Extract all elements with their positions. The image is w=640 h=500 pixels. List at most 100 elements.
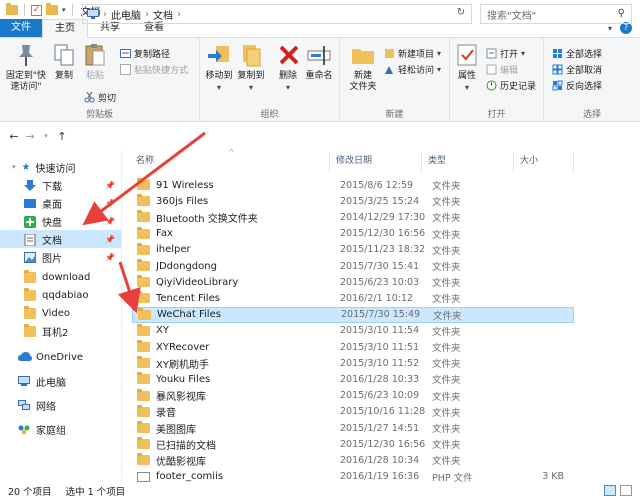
nav-item-kuaipan[interactable]: 快盘 📌 <box>0 212 121 230</box>
file-row[interactable]: ihelper 2015/11/23 18:32 文件夹 <box>132 242 574 258</box>
rename-button[interactable]: 重命名 <box>302 42 336 82</box>
file-row[interactable]: Youku Files 2016/1/28 10:33 文件夹 <box>132 371 574 387</box>
select-none-button[interactable]: 全部取消 <box>552 62 602 76</box>
nav-onedrive[interactable]: OneDrive <box>0 348 121 366</box>
paste-shortcut-button[interactable]: 粘贴快捷方式 <box>120 62 188 76</box>
new-folder-button[interactable]: 新建 文件夹 <box>346 42 380 93</box>
file-row[interactable]: 360js Files 2015/3/25 15:24 文件夹 <box>132 193 574 209</box>
ribbon: 固定到"快 速访问" 复制 粘贴 复制路径 粘贴快捷方式 剪切 剪贴板 移动到 … <box>0 38 640 122</box>
file-icon <box>137 471 150 482</box>
edit-button[interactable]: 编辑 <box>486 62 518 76</box>
pin-icon[interactable]: 📌 <box>105 217 115 226</box>
nav-quick-access-label: 快速访问 <box>35 163 76 175</box>
copy-button[interactable]: 复制 <box>50 42 78 82</box>
copy-path-button[interactable]: 复制路径 <box>120 46 170 60</box>
nav-item-earphone2[interactable]: 耳机2 <box>0 322 121 340</box>
nav-quick-access[interactable]: ▾ ★ 快速访问 <box>0 158 121 176</box>
nav-network[interactable]: 网络 <box>0 396 121 414</box>
tab-file[interactable]: 文件 <box>0 19 42 37</box>
file-row[interactable]: WeChat Files 2015/7/30 15:49 文件夹 <box>132 306 574 323</box>
breadcrumb-this-pc[interactable]: 此电脑 <box>111 7 141 22</box>
nav-item-documents[interactable]: 文档 📌 <box>0 230 121 248</box>
group-new: 新建 文件夹 新建项目 ▾ 轻松访问 ▾ 新建 <box>340 38 450 122</box>
file-row[interactable]: XY刷机助手 2015/3/10 11:52 文件夹 <box>132 355 574 371</box>
nav-item-download-folder[interactable]: download <box>0 268 121 286</box>
folder-icon <box>24 287 36 301</box>
documents-icon <box>24 233 36 246</box>
new-folder-quick-icon[interactable] <box>46 3 58 15</box>
kuaipan-icon <box>24 215 36 228</box>
file-row[interactable]: Tencent Files 2016/2/1 10:12 文件夹 <box>132 290 574 306</box>
column-header-name[interactable]: 名称 <box>130 152 330 172</box>
details-view-icon[interactable] <box>604 485 616 496</box>
network-icon <box>18 399 30 411</box>
nav-item-label: download <box>42 271 91 283</box>
nav-item-desktop[interactable]: 桌面 📌 <box>0 194 121 212</box>
nav-item-qqdabiao[interactable]: qqdabiao <box>0 286 121 304</box>
file-date: 2015/6/23 10:03 <box>340 276 420 288</box>
nav-item-video[interactable]: Video <box>0 304 121 322</box>
download-icon <box>24 179 36 191</box>
file-row[interactable]: 录音 2015/10/16 11:28 文件夹 <box>132 404 574 420</box>
nav-item-downloads[interactable]: 下载 📌 <box>0 176 121 194</box>
back-arrow-icon[interactable]: ← <box>6 130 22 143</box>
file-row[interactable]: Fax 2015/12/30 16:56 文件夹 <box>132 226 574 242</box>
nav-homegroup[interactable]: 家庭组 <box>0 420 121 438</box>
refresh-icon[interactable]: ↻ <box>453 7 469 21</box>
file-row[interactable]: 美图图库 2015/1/27 14:51 文件夹 <box>132 420 574 436</box>
properties-button[interactable]: 属性 ▾ <box>454 42 480 93</box>
nav-item-pictures[interactable]: 图片 📌 <box>0 248 121 266</box>
file-row[interactable]: XY 2015/3/10 11:54 文件夹 <box>132 323 574 339</box>
file-date: 2015/3/10 11:51 <box>340 341 420 353</box>
open-button[interactable]: 打开 ▾ <box>486 46 525 60</box>
column-header-date[interactable]: 修改日期 <box>330 152 422 172</box>
file-row[interactable]: 91 Wireless 2015/8/6 12:59 文件夹 <box>132 177 574 193</box>
move-to-button[interactable]: 移动到 ▾ <box>204 42 234 93</box>
cut-button[interactable]: 剪切 <box>84 90 116 104</box>
file-row[interactable]: XYRecover 2015/3/10 11:51 文件夹 <box>132 339 574 355</box>
file-type: 文件夹 <box>432 343 461 354</box>
select-all-button[interactable]: 全部选择 <box>552 46 602 60</box>
file-row[interactable]: Bluetooth 交换文件夹 2014/12/29 17:30 文件夹 <box>132 209 574 225</box>
properties-quick-icon[interactable]: ✓ <box>31 4 42 16</box>
pin-icon[interactable]: 📌 <box>105 181 115 190</box>
up-arrow-icon[interactable]: ↑ <box>54 130 70 143</box>
qa-separator-2 <box>71 4 73 16</box>
file-row[interactable]: 暴风影视库 2015/6/23 10:09 文件夹 <box>132 388 574 404</box>
large-icons-view-icon[interactable] <box>620 485 632 496</box>
history-button[interactable]: 历史记录 <box>486 78 536 92</box>
pin-quick-access-button[interactable]: 固定到"快 速访问" <box>4 42 48 93</box>
delete-button[interactable]: 删除 ▾ <box>276 42 300 93</box>
forward-arrow-icon[interactable]: → <box>22 130 38 143</box>
address-bar[interactable]: › 此电脑 › 文档 › ↻ <box>82 4 472 24</box>
copy-label: 复制 <box>54 71 73 81</box>
file-date: 2015/10/16 11:28 <box>340 406 426 418</box>
pin-quick-access-label: 固定到"快 速访问" <box>5 71 47 92</box>
recent-locations-icon[interactable]: ▾ <box>38 132 54 140</box>
pin-icon[interactable]: 📌 <box>105 235 115 244</box>
breadcrumb-documents[interactable]: 文档 <box>153 7 173 22</box>
file-name: Youku Files <box>156 373 211 385</box>
copy-to-button[interactable]: 复制到 ▾ <box>236 42 266 93</box>
easy-access-button[interactable]: 轻松访问 ▾ <box>384 62 441 76</box>
new-item-button[interactable]: 新建项目 ▾ <box>384 46 441 60</box>
file-row[interactable]: JDdongdong 2015/7/30 15:41 文件夹 <box>132 258 574 274</box>
nav-this-pc[interactable]: 此电脑 <box>0 372 121 390</box>
file-row[interactable]: 优酷影视库 2016/1/28 10:34 文件夹 <box>132 452 574 468</box>
file-row[interactable]: 已扫描的文档 2015/12/30 16:56 文件夹 <box>132 436 574 452</box>
search-box[interactable]: 搜索"文档" ⚲ <box>480 4 632 24</box>
nav-item-label: 桌面 <box>42 199 62 211</box>
pin-icon[interactable]: 📌 <box>105 199 115 208</box>
file-type: 文件夹 <box>432 197 461 209</box>
file-date: 2016/1/28 10:34 <box>340 454 420 466</box>
qa-dropdown-icon[interactable]: ▾ <box>62 6 66 14</box>
file-type: 文件夹 <box>432 213 461 225</box>
delete-x-icon <box>276 42 302 68</box>
paste-button[interactable]: 粘贴 <box>80 42 110 82</box>
invert-selection-button[interactable]: 反向选择 <box>552 78 602 92</box>
pin-icon[interactable]: 📌 <box>105 253 115 262</box>
column-header-size[interactable]: 大小 <box>514 152 574 172</box>
ribbon-collapse-icon[interactable]: ▾ <box>608 24 612 33</box>
file-row[interactable]: QiyiVideoLibrary 2015/6/23 10:03 文件夹 <box>132 274 574 290</box>
column-header-type[interactable]: 类型 <box>422 152 514 172</box>
